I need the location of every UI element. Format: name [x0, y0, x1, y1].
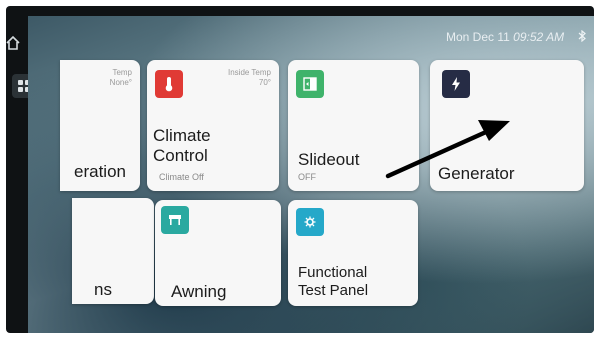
annotation-arrow — [385, 120, 510, 179]
